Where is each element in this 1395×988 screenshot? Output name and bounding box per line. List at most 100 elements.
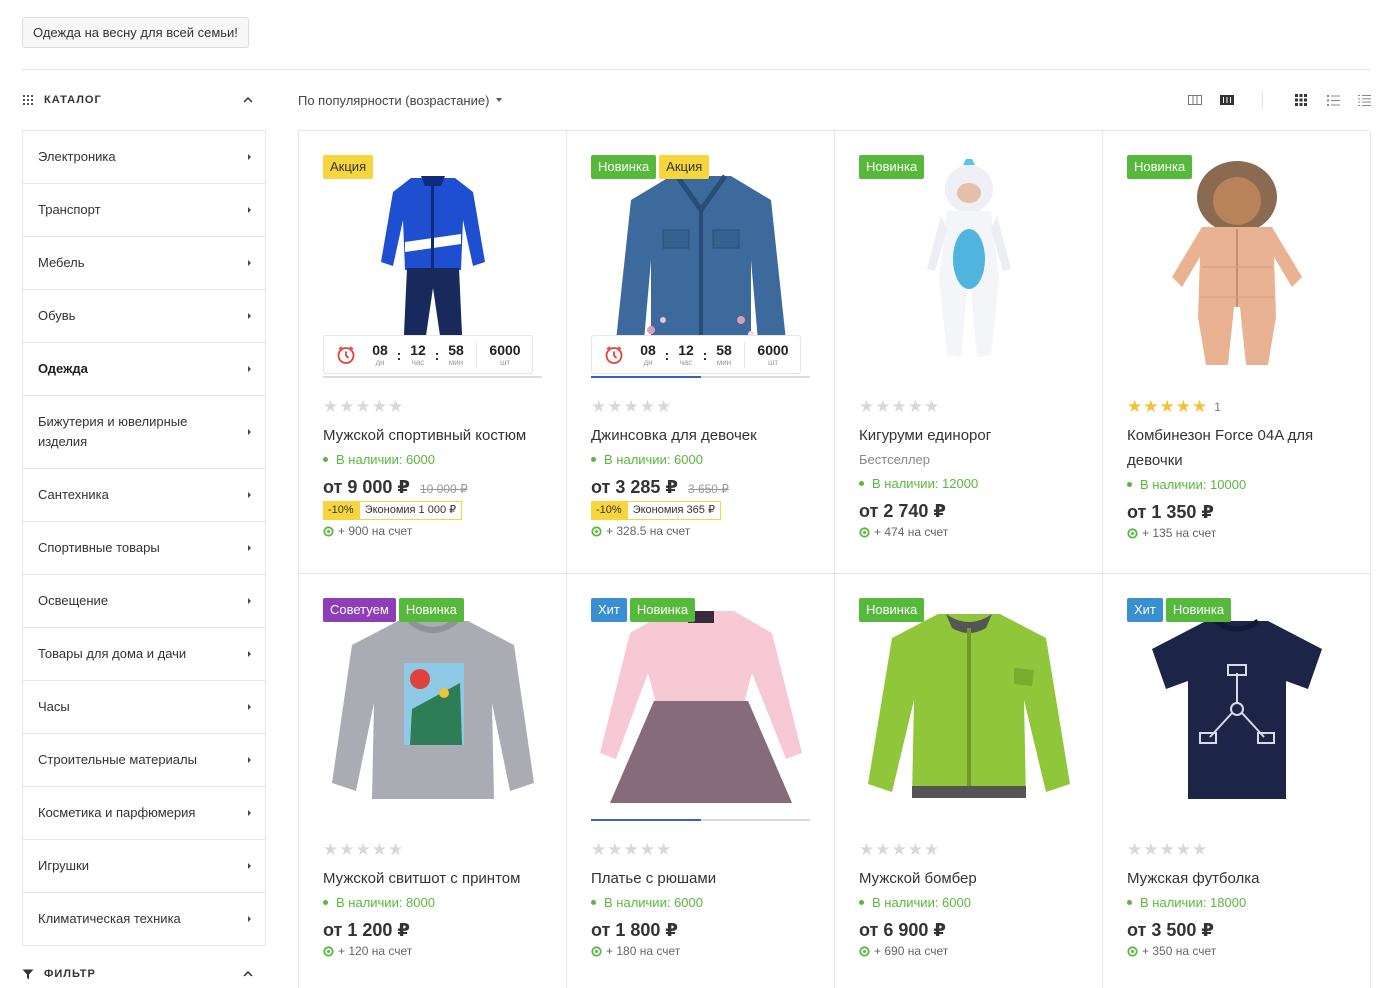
product-price: от 1 200 ₽ (323, 920, 410, 940)
product-badge: Новинка (591, 155, 657, 179)
catalog-item[interactable]: Сантехника (23, 469, 265, 522)
star-icon: ★ (891, 840, 908, 859)
rating-stars[interactable]: ★ ★ ★ ★ ★ (591, 840, 672, 860)
product-card[interactable]: Новинка Акция 08 дн : 12 час : 58 мин 6000 шт… (567, 131, 835, 574)
bonus-points: + 350 на счет (1127, 944, 1216, 958)
filter-title: ФИЛЬТР (44, 968, 96, 980)
star-icon: ★ (371, 397, 388, 416)
columns-3-icon[interactable] (1187, 93, 1203, 107)
product-title[interactable]: Мужской спортивный костюм (323, 423, 545, 448)
chevron-right-icon (248, 260, 251, 266)
product-title[interactable]: Мужской бомбер (859, 866, 1081, 891)
product-card[interactable]: Новинка ★ ★ ★ ★ ★ 1 Комбинезон Force 04A для д… (1103, 131, 1371, 574)
sort-dropdown[interactable]: По популярности (возрастание) (298, 90, 503, 110)
catalog-item-label: Обувь (38, 308, 76, 323)
view-table-icon[interactable] (1356, 93, 1372, 107)
star-icon: ★ (656, 840, 673, 859)
catalog-item[interactable]: Освещение (23, 575, 265, 628)
rating-stars[interactable]: ★ ★ ★ ★ ★ (591, 397, 672, 417)
chevron-up-icon[interactable] (243, 969, 253, 980)
rating-stars[interactable]: ★ ★ ★ ★ ★ (323, 840, 404, 860)
star-icon: ★ (1143, 397, 1160, 416)
bonus-coin-icon (859, 945, 870, 957)
bonus-points: + 135 на счет (1127, 526, 1216, 540)
product-image[interactable] (859, 157, 1078, 373)
stock-status: В наличии: 12000 (859, 476, 978, 491)
catalog-item[interactable]: Часы (23, 681, 265, 734)
chevron-right-icon (248, 366, 251, 372)
image-slider-progress[interactable] (591, 819, 810, 821)
catalog-item[interactable]: Товары для дома и дачи (23, 628, 265, 681)
stock-status: В наличии: 6000 (323, 452, 435, 467)
badge-group: Новинка Акция (591, 155, 710, 179)
star-icon: ★ (623, 840, 640, 859)
star-icon: ★ (1127, 840, 1144, 859)
rating-stars[interactable]: ★ ★ ★ ★ ★ (1127, 840, 1208, 860)
catalog-item-label: Игрушки (38, 858, 90, 873)
timer-quantity: 6000 шт (757, 341, 789, 367)
catalog-item[interactable]: Транспорт (23, 184, 265, 237)
image-slider-progress[interactable] (591, 376, 810, 378)
catalog-item[interactable]: Косметика и парфюмерия (23, 787, 265, 840)
product-title[interactable]: Комбинезон Force 04A для девочки (1127, 423, 1349, 473)
product-grid: Акция 08 дн : 12 час : 58 мин 6000 шт ★ ★ ★ ★ ★ М… (298, 130, 1371, 988)
promo-tag-button[interactable]: Одежда на весну для всей семьи! (22, 17, 249, 48)
product-card[interactable]: Новинка ★ ★ ★ ★ ★ Мужской бомбер В наличии: 60… (835, 574, 1103, 988)
bonus-points: + 180 на счет (591, 944, 680, 958)
rating-stars[interactable]: ★ ★ ★ ★ ★ (859, 840, 940, 860)
bonus-coin-icon (859, 526, 870, 538)
timer-quantity: 6000 шт (489, 341, 521, 367)
catalog-header[interactable]: КАТАЛОГ (22, 90, 265, 110)
chevron-up-icon[interactable] (243, 95, 253, 106)
timer-colon: : (434, 346, 440, 363)
catalog-item[interactable]: Бижутерия и ювелирные изделия (23, 396, 265, 469)
catalog-item[interactable]: Одежда (23, 343, 265, 396)
catalog-item[interactable]: Климатическая техника (23, 893, 265, 946)
product-image[interactable] (1127, 157, 1346, 373)
catalog-item[interactable]: Строительные материалы (23, 734, 265, 787)
columns-4-icon[interactable] (1219, 93, 1235, 107)
view-list-icon[interactable] (1325, 93, 1341, 107)
star-icon: ★ (388, 397, 405, 416)
product-card[interactable]: Новинка ★ ★ ★ ★ ★ Кигуруми единорог Бестселлер… (835, 131, 1103, 574)
star-icon: ★ (339, 397, 356, 416)
timer-divider (744, 341, 745, 368)
catalog-item[interactable]: Мебель (23, 237, 265, 290)
image-slider-progress[interactable] (323, 376, 542, 378)
product-card[interactable]: Советуем Новинка ★ ★ ★ ★ ★ Мужской свитшот с п… (299, 574, 567, 988)
view-grid-icon[interactable] (1293, 93, 1309, 107)
catalog-item[interactable]: Обувь (23, 290, 265, 343)
product-card[interactable]: Хит Новинка ★ ★ ★ ★ ★ Платье с рюшами В наличии… (567, 574, 835, 988)
star-icon: ★ (591, 840, 608, 859)
product-title[interactable]: Джинсовка для девочек (591, 423, 813, 448)
product-card[interactable]: Хит Новинка ★ ★ ★ ★ ★ Мужская футболка В наличи… (1103, 574, 1371, 988)
catalog-item[interactable]: Электроника (23, 131, 265, 184)
star-icon: ★ (607, 397, 624, 416)
product-image[interactable] (323, 600, 542, 816)
discount-info: -10% Экономия 1 000 ₽ (323, 501, 463, 520)
filter-header[interactable]: ФИЛЬТР (22, 964, 265, 984)
catalog-item-label: Электроника (38, 149, 116, 164)
rating-stars[interactable]: ★ ★ ★ ★ ★ (323, 397, 404, 417)
chevron-right-icon (248, 545, 251, 551)
product-title[interactable]: Мужской свитшот с принтом (323, 866, 545, 891)
badge-group: Хит Новинка (1127, 598, 1232, 622)
star-icon: ★ (1127, 397, 1144, 416)
product-image[interactable] (859, 600, 1078, 816)
product-card[interactable]: Акция 08 дн : 12 час : 58 мин 6000 шт ★ ★ ★ ★ ★ М… (299, 131, 567, 574)
product-image[interactable] (1127, 600, 1346, 816)
rating-stars[interactable]: ★ ★ ★ ★ ★ (859, 397, 940, 417)
product-title[interactable]: Платье с рюшами (591, 866, 813, 891)
star-icon: ★ (924, 840, 941, 859)
star-icon: ★ (875, 397, 892, 416)
product-title[interactable]: Кигуруми единорог (859, 423, 1081, 448)
rating-stars[interactable]: ★ ★ ★ ★ ★ 1 (1127, 397, 1221, 417)
product-price: от 9 000 ₽10 000 ₽ (323, 477, 468, 497)
catalog-item[interactable]: Спортивные товары (23, 522, 265, 575)
product-image[interactable] (591, 600, 810, 816)
star-icon: ★ (388, 840, 405, 859)
catalog-item[interactable]: Игрушки (23, 840, 265, 893)
product-title[interactable]: Мужская футболка (1127, 866, 1349, 891)
old-price: 3 650 ₽ (687, 482, 729, 496)
catalog-item-label: Строительные материалы (38, 752, 197, 767)
